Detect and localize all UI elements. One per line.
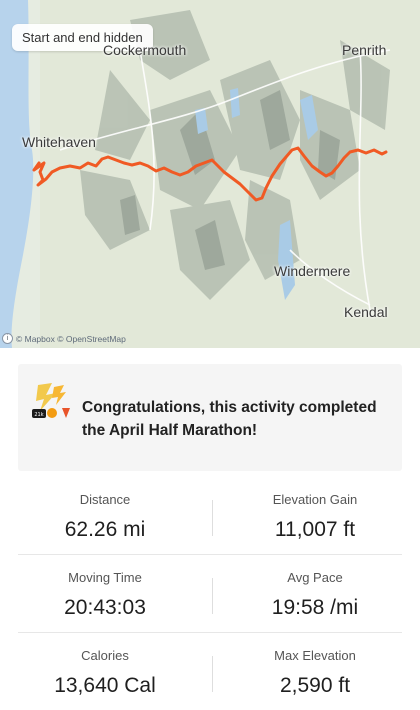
stat-value: 62.26 mi — [64, 518, 146, 541]
info-icon[interactable]: i — [2, 333, 13, 344]
svg-text:21k: 21k — [34, 412, 43, 418]
stat-label: Avg Pace — [287, 570, 343, 585]
stat-calories: Calories 13,640 Cal — [0, 648, 210, 698]
stat-value: 20:43:03 — [64, 596, 146, 619]
stat-distance: Distance 62.26 mi — [0, 492, 210, 542]
stat-value: 19:58 /mi — [271, 596, 359, 619]
place-label-kendal: Kendal — [344, 304, 388, 320]
stat-value: 13,640 Cal — [54, 674, 156, 697]
stat-avg-pace: Avg Pace 19:58 /mi — [210, 570, 420, 620]
route-map[interactable]: Start and end hidden Cockermouth Penrith… — [0, 0, 420, 348]
stat-value: 11,007 ft — [274, 518, 356, 541]
stat-moving-time: Moving Time 20:43:03 — [0, 570, 210, 620]
stat-label: Elevation Gain — [272, 492, 358, 507]
achievement-text: Congratulations, this activity completed… — [82, 399, 377, 439]
achievement-card[interactable]: 21k Congratulations, this activity compl… — [18, 364, 402, 471]
attribution-text: © Mapbox © OpenStreetMap — [16, 333, 126, 344]
row-divider — [18, 632, 402, 633]
stat-label: Max Elevation — [274, 648, 356, 663]
stat-label: Calories — [81, 648, 129, 663]
place-label-penrith: Penrith — [342, 42, 387, 58]
place-label-windermere: Windermere — [274, 263, 351, 279]
place-label-whitehaven: Whitehaven — [22, 134, 96, 150]
stat-label: Distance — [79, 492, 131, 507]
stat-max-elevation: Max Elevation 2,590 ft — [210, 648, 420, 698]
stat-value: 2,590 ft — [279, 674, 351, 697]
map-attribution[interactable]: i © Mapbox © OpenStreetMap — [2, 333, 126, 344]
place-label-cockermouth: Cockermouth — [103, 42, 187, 58]
row-divider — [18, 554, 402, 555]
challenge-badge-icon: 21k — [32, 383, 70, 418]
stat-elevation-gain: Elevation Gain 11,007 ft — [210, 492, 420, 542]
stat-label: Moving Time — [68, 570, 142, 585]
